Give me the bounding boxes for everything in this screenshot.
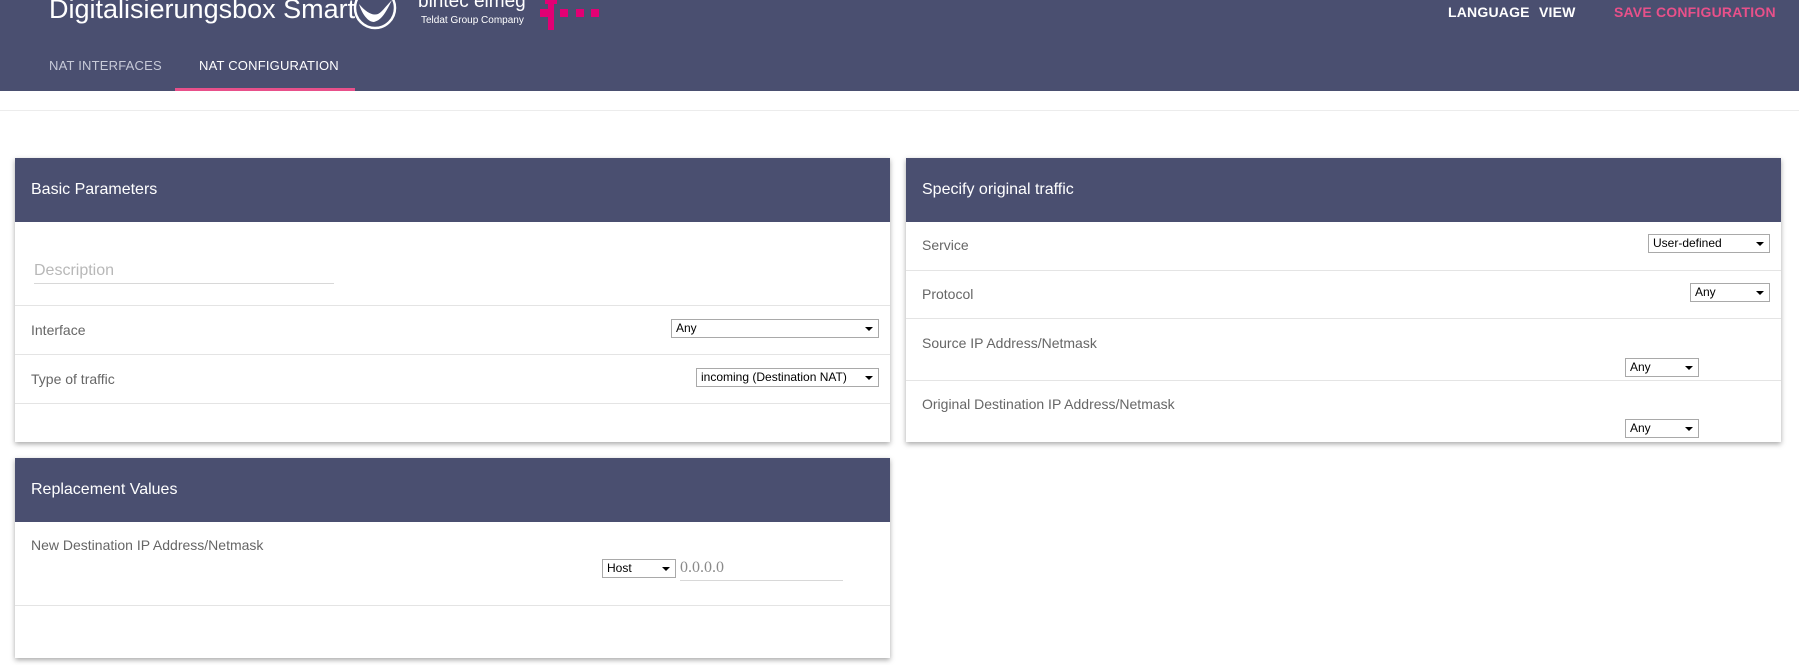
interface-label: Interface xyxy=(31,322,86,338)
original-destination-select-value: Any xyxy=(1630,421,1651,435)
logo-subtext: Teldat Group Company xyxy=(421,15,524,26)
new-destination-type-select[interactable]: Host xyxy=(602,559,676,578)
row-divider xyxy=(906,380,1781,381)
row-divider xyxy=(15,605,890,606)
original-traffic-panel: Specify original traffic Service User-de… xyxy=(906,158,1781,442)
chevron-down-icon xyxy=(865,376,873,380)
new-destination-ip-input[interactable] xyxy=(680,556,843,581)
protocol-label: Protocol xyxy=(922,286,974,302)
logo-text: bintec elmeg xyxy=(418,0,526,12)
tab-nat-interfaces[interactable]: NAT INTERFACES xyxy=(49,58,162,73)
traffic-type-select-value: incoming (Destination NAT) xyxy=(701,370,847,384)
row-divider xyxy=(15,305,890,306)
service-select-value: User-defined xyxy=(1653,236,1722,250)
bird-logo-icon xyxy=(353,0,397,30)
chevron-down-icon xyxy=(1685,366,1693,370)
source-ip-select[interactable]: Any xyxy=(1625,358,1699,377)
language-menu[interactable]: LANGUAGE xyxy=(1448,4,1530,20)
original-traffic-header: Specify original traffic xyxy=(906,158,1781,222)
basic-parameters-panel: Basic Parameters Interface Any Type of t… xyxy=(15,158,890,442)
new-destination-label: New Destination IP Address/Netmask xyxy=(31,537,264,553)
description-input[interactable] xyxy=(34,259,334,284)
row-divider xyxy=(906,318,1781,319)
protocol-select[interactable]: Any xyxy=(1690,283,1770,302)
brand-title: Digitalisierungsbox Smart xyxy=(49,0,356,24)
source-ip-select-value: Any xyxy=(1630,360,1651,374)
basic-parameters-title: Basic Parameters xyxy=(31,181,158,198)
row-divider xyxy=(15,403,890,404)
chevron-down-icon xyxy=(662,567,670,571)
original-destination-select[interactable]: Any xyxy=(1625,419,1699,438)
basic-parameters-header: Basic Parameters xyxy=(15,158,890,222)
replacement-values-panel: Replacement Values New Destination IP Ad… xyxy=(15,458,890,658)
chevron-down-icon xyxy=(865,327,873,331)
replacement-values-title: Replacement Values xyxy=(31,481,178,498)
chevron-down-icon xyxy=(1756,242,1764,246)
chevron-down-icon xyxy=(1685,427,1693,431)
source-ip-label: Source IP Address/Netmask xyxy=(922,335,1097,351)
chevron-down-icon xyxy=(1756,291,1764,295)
replacement-values-header: Replacement Values xyxy=(15,458,890,522)
service-select[interactable]: User-defined xyxy=(1648,234,1770,253)
interface-select-value: Any xyxy=(676,321,697,335)
service-label: Service xyxy=(922,237,969,253)
new-destination-type-value: Host xyxy=(607,561,632,575)
save-configuration-button[interactable]: SAVE CONFIGURATION xyxy=(1614,4,1776,20)
traffic-type-label: Type of traffic xyxy=(31,371,115,387)
tab-nat-configuration[interactable]: NAT CONFIGURATION xyxy=(199,58,339,73)
row-divider xyxy=(15,354,890,355)
interface-select[interactable]: Any xyxy=(671,319,879,338)
original-destination-label: Original Destination IP Address/Netmask xyxy=(922,396,1175,412)
app-header: Digitalisierungsbox Smart bintec elmeg T… xyxy=(0,0,1799,91)
header-spacer xyxy=(0,91,1799,111)
protocol-select-value: Any xyxy=(1695,285,1716,299)
view-menu[interactable]: VIEW xyxy=(1539,4,1576,20)
row-divider xyxy=(906,270,1781,271)
telekom-t-icon xyxy=(540,0,599,30)
traffic-type-select[interactable]: incoming (Destination NAT) xyxy=(696,368,879,387)
original-traffic-title: Specify original traffic xyxy=(922,181,1074,198)
